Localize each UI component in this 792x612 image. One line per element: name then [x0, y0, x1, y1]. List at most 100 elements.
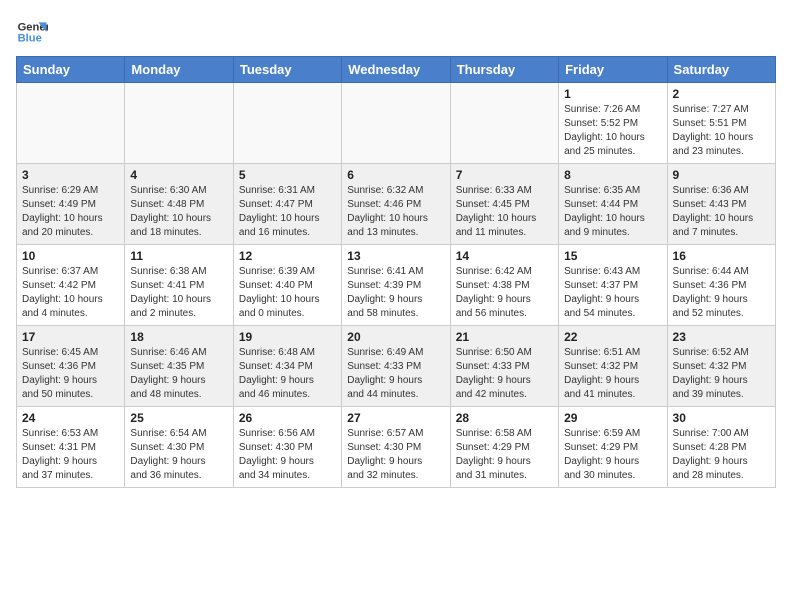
day-number: 8 — [564, 168, 661, 182]
day-number: 19 — [239, 330, 336, 344]
calendar-cell: 7 Sunrise: 6:33 AM Sunset: 4:45 PM Daylig… — [450, 164, 558, 245]
calendar-cell: 9 Sunrise: 6:36 AM Sunset: 4:43 PM Daylig… — [667, 164, 775, 245]
day-info: Sunrise: 6:53 AM Sunset: 4:31 PM Dayligh… — [22, 427, 119, 483]
calendar-cell: 11 Sunrise: 6:38 AM Sunset: 4:41 PM Dayli… — [125, 245, 233, 326]
week-row-5: 24Sunrise: 6:53 AM Sunset: 4:31 PM Dayli… — [17, 407, 776, 488]
day-number: 15 — [564, 249, 661, 263]
day-number: 12 — [239, 249, 336, 263]
calendar-cell — [125, 83, 233, 164]
day-info: Sunrise: 6:46 AM Sunset: 4:35 PM Dayligh… — [130, 346, 227, 402]
calendar-cell: 22 Sunrise: 6:51 AM Sunset: 4:32 PM Dayli… — [559, 326, 667, 407]
week-row-1: 1 Sunrise: 7:26 AM Sunset: 5:52 PM Daylig… — [17, 83, 776, 164]
day-number: 5 — [239, 168, 336, 182]
day-number: 21 — [456, 330, 553, 344]
calendar-cell: 14Sunrise: 6:42 AM Sunset: 4:38 PM Dayli… — [450, 245, 558, 326]
calendar-cell: 17 Sunrise: 6:45 AM Sunset: 4:36 PM Dayli… — [17, 326, 125, 407]
day-number: 30 — [673, 411, 770, 425]
calendar-cell: 8 Sunrise: 6:35 AM Sunset: 4:44 PM Daylig… — [559, 164, 667, 245]
day-info: Sunrise: 6:51 AM Sunset: 4:32 PM Dayligh… — [564, 346, 661, 402]
day-number: 3 — [22, 168, 119, 182]
day-info: Sunrise: 6:56 AM Sunset: 4:30 PM Dayligh… — [239, 427, 336, 483]
weekday-header-row: SundayMondayTuesdayWednesdayThursdayFrid… — [17, 57, 776, 83]
calendar-cell: 2 Sunrise: 7:27 AM Sunset: 5:51 PM Daylig… — [667, 83, 775, 164]
day-info: Sunrise: 6:37 AM Sunset: 4:42 PM Dayligh… — [22, 265, 119, 321]
day-info: Sunrise: 6:36 AM Sunset: 4:43 PM Dayligh… — [673, 184, 770, 240]
day-number: 14 — [456, 249, 553, 263]
calendar-cell — [450, 83, 558, 164]
calendar-cell — [17, 83, 125, 164]
calendar-cell: 27 Sunrise: 6:57 AM Sunset: 4:30 PM Dayli… — [342, 407, 450, 488]
weekday-header-wednesday: Wednesday — [342, 57, 450, 83]
calendar-cell — [233, 83, 341, 164]
calendar-cell: 24Sunrise: 6:53 AM Sunset: 4:31 PM Dayli… — [17, 407, 125, 488]
week-row-4: 17 Sunrise: 6:45 AM Sunset: 4:36 PM Dayli… — [17, 326, 776, 407]
day-info: Sunrise: 6:32 AM Sunset: 4:46 PM Dayligh… — [347, 184, 444, 240]
day-number: 22 — [564, 330, 661, 344]
day-info: Sunrise: 7:26 AM Sunset: 5:52 PM Dayligh… — [564, 103, 661, 159]
day-info: Sunrise: 6:31 AM Sunset: 4:47 PM Dayligh… — [239, 184, 336, 240]
svg-text:Blue: Blue — [18, 33, 42, 45]
calendar-cell: 4Sunrise: 6:30 AM Sunset: 4:48 PM Daylig… — [125, 164, 233, 245]
day-info: Sunrise: 6:50 AM Sunset: 4:33 PM Dayligh… — [456, 346, 553, 402]
day-number: 18 — [130, 330, 227, 344]
calendar-cell: 29 Sunrise: 6:59 AM Sunset: 4:29 PM Dayli… — [559, 407, 667, 488]
day-number: 16 — [673, 249, 770, 263]
day-info: Sunrise: 6:49 AM Sunset: 4:33 PM Dayligh… — [347, 346, 444, 402]
calendar-cell: 26 Sunrise: 6:56 AM Sunset: 4:30 PM Dayli… — [233, 407, 341, 488]
day-info: Sunrise: 6:43 AM Sunset: 4:37 PM Dayligh… — [564, 265, 661, 321]
day-number: 17 — [22, 330, 119, 344]
day-number: 10 — [22, 249, 119, 263]
calendar-cell — [342, 83, 450, 164]
calendar-cell: 20 Sunrise: 6:49 AM Sunset: 4:33 PM Dayli… — [342, 326, 450, 407]
calendar-cell: 16Sunrise: 6:44 AM Sunset: 4:36 PM Dayli… — [667, 245, 775, 326]
weekday-header-friday: Friday — [559, 57, 667, 83]
calendar-cell: 13 Sunrise: 6:41 AM Sunset: 4:39 PM Dayli… — [342, 245, 450, 326]
day-info: Sunrise: 7:00 AM Sunset: 4:28 PM Dayligh… — [673, 427, 770, 483]
calendar-cell: 10 Sunrise: 6:37 AM Sunset: 4:42 PM Dayli… — [17, 245, 125, 326]
day-info: Sunrise: 6:57 AM Sunset: 4:30 PM Dayligh… — [347, 427, 444, 483]
calendar-cell: 1 Sunrise: 7:26 AM Sunset: 5:52 PM Daylig… — [559, 83, 667, 164]
weekday-header-tuesday: Tuesday — [233, 57, 341, 83]
day-number: 23 — [673, 330, 770, 344]
day-info: Sunrise: 6:52 AM Sunset: 4:32 PM Dayligh… — [673, 346, 770, 402]
day-info: Sunrise: 7:27 AM Sunset: 5:51 PM Dayligh… — [673, 103, 770, 159]
calendar-cell: 15 Sunrise: 6:43 AM Sunset: 4:37 PM Dayli… — [559, 245, 667, 326]
weekday-header-sunday: Sunday — [17, 57, 125, 83]
logo: General Blue — [16, 16, 48, 48]
day-number: 1 — [564, 87, 661, 101]
calendar-cell: 19 Sunrise: 6:48 AM Sunset: 4:34 PM Dayli… — [233, 326, 341, 407]
day-number: 7 — [456, 168, 553, 182]
day-number: 29 — [564, 411, 661, 425]
calendar-cell: 25 Sunrise: 6:54 AM Sunset: 4:30 PM Dayli… — [125, 407, 233, 488]
week-row-2: 3 Sunrise: 6:29 AM Sunset: 4:49 PM Daylig… — [17, 164, 776, 245]
day-info: Sunrise: 6:59 AM Sunset: 4:29 PM Dayligh… — [564, 427, 661, 483]
day-info: Sunrise: 6:38 AM Sunset: 4:41 PM Dayligh… — [130, 265, 227, 321]
calendar-cell: 30 Sunrise: 7:00 AM Sunset: 4:28 PM Dayli… — [667, 407, 775, 488]
day-info: Sunrise: 6:33 AM Sunset: 4:45 PM Dayligh… — [456, 184, 553, 240]
weekday-header-thursday: Thursday — [450, 57, 558, 83]
week-row-3: 10 Sunrise: 6:37 AM Sunset: 4:42 PM Dayli… — [17, 245, 776, 326]
page-header: General Blue — [16, 16, 776, 48]
calendar-cell: 23 Sunrise: 6:52 AM Sunset: 4:32 PM Dayli… — [667, 326, 775, 407]
calendar-cell: 6 Sunrise: 6:32 AM Sunset: 4:46 PM Daylig… — [342, 164, 450, 245]
day-number: 27 — [347, 411, 444, 425]
day-number: 26 — [239, 411, 336, 425]
day-info: Sunrise: 6:58 AM Sunset: 4:29 PM Dayligh… — [456, 427, 553, 483]
day-info: Sunrise: 6:29 AM Sunset: 4:49 PM Dayligh… — [22, 184, 119, 240]
day-info: Sunrise: 6:30 AM Sunset: 4:48 PM Dayligh… — [130, 184, 227, 240]
day-number: 13 — [347, 249, 444, 263]
day-info: Sunrise: 6:41 AM Sunset: 4:39 PM Dayligh… — [347, 265, 444, 321]
day-info: Sunrise: 6:48 AM Sunset: 4:34 PM Dayligh… — [239, 346, 336, 402]
weekday-header-saturday: Saturday — [667, 57, 775, 83]
day-number: 25 — [130, 411, 227, 425]
weekday-header-monday: Monday — [125, 57, 233, 83]
day-info: Sunrise: 6:54 AM Sunset: 4:30 PM Dayligh… — [130, 427, 227, 483]
day-number: 11 — [130, 249, 227, 263]
day-number: 9 — [673, 168, 770, 182]
day-info: Sunrise: 6:45 AM Sunset: 4:36 PM Dayligh… — [22, 346, 119, 402]
logo-icon: General Blue — [16, 16, 48, 48]
day-number: 2 — [673, 87, 770, 101]
day-number: 6 — [347, 168, 444, 182]
day-number: 20 — [347, 330, 444, 344]
day-info: Sunrise: 6:35 AM Sunset: 4:44 PM Dayligh… — [564, 184, 661, 240]
